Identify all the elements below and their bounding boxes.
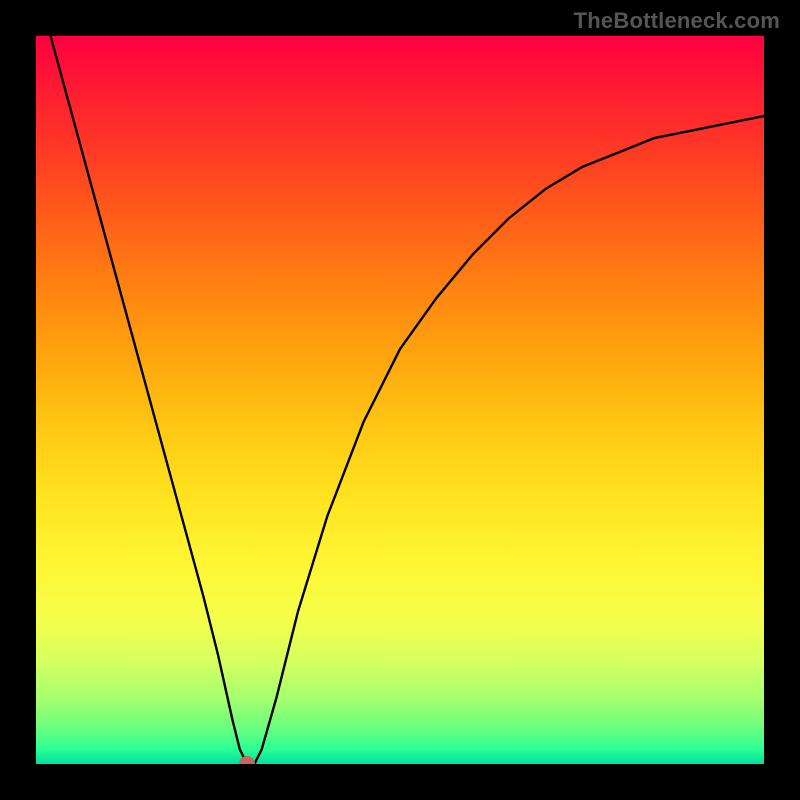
chart-frame: TheBottleneck.com bbox=[0, 0, 800, 800]
watermark-text: TheBottleneck.com bbox=[574, 8, 780, 34]
background-gradient bbox=[36, 36, 764, 764]
plot-area bbox=[36, 36, 764, 764]
